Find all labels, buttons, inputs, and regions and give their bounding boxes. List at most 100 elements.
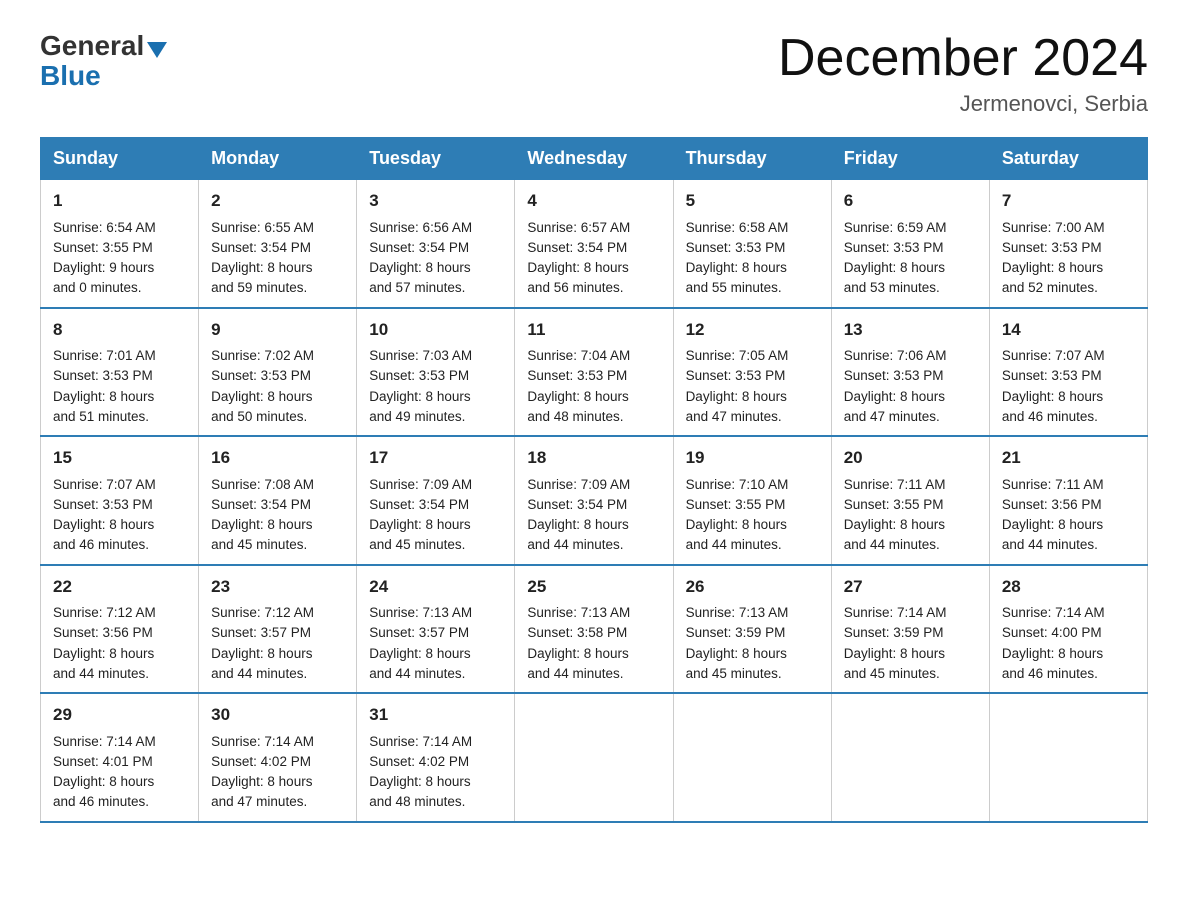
daylight-line: Daylight: 8 hoursand 45 minutes. (844, 646, 945, 681)
daylight-line: Daylight: 8 hoursand 55 minutes. (686, 260, 787, 295)
sunset-line: Sunset: 3:54 PM (527, 497, 627, 512)
day-number: 26 (686, 574, 819, 600)
daylight-line: Daylight: 8 hoursand 44 minutes. (211, 646, 312, 681)
sunrise-line: Sunrise: 7:07 AM (53, 477, 156, 492)
calendar-week-row: 29 Sunrise: 7:14 AM Sunset: 4:01 PM Dayl… (41, 693, 1148, 822)
calendar-cell: 3 Sunrise: 6:56 AM Sunset: 3:54 PM Dayli… (357, 180, 515, 308)
sunrise-line: Sunrise: 7:05 AM (686, 348, 789, 363)
daylight-line: Daylight: 8 hoursand 53 minutes. (844, 260, 945, 295)
calendar-cell: 8 Sunrise: 7:01 AM Sunset: 3:53 PM Dayli… (41, 308, 199, 437)
sunset-line: Sunset: 3:54 PM (527, 240, 627, 255)
daylight-line: Daylight: 8 hoursand 56 minutes. (527, 260, 628, 295)
daylight-line: Daylight: 8 hoursand 46 minutes. (1002, 646, 1103, 681)
calendar-week-row: 22 Sunrise: 7:12 AM Sunset: 3:56 PM Dayl… (41, 565, 1148, 694)
sunrise-line: Sunrise: 7:14 AM (211, 734, 314, 749)
daylight-line: Daylight: 8 hoursand 45 minutes. (211, 517, 312, 552)
calendar-cell: 9 Sunrise: 7:02 AM Sunset: 3:53 PM Dayli… (199, 308, 357, 437)
sunset-line: Sunset: 3:54 PM (369, 497, 469, 512)
daylight-line: Daylight: 8 hoursand 44 minutes. (527, 517, 628, 552)
calendar-table: Sunday Monday Tuesday Wednesday Thursday… (40, 137, 1148, 823)
sunrise-line: Sunrise: 6:54 AM (53, 220, 156, 235)
sunset-line: Sunset: 3:55 PM (686, 497, 786, 512)
sunrise-line: Sunrise: 7:14 AM (369, 734, 472, 749)
daylight-line: Daylight: 8 hoursand 44 minutes. (844, 517, 945, 552)
logo-arrow-icon (147, 42, 167, 58)
calendar-week-row: 1 Sunrise: 6:54 AM Sunset: 3:55 PM Dayli… (41, 180, 1148, 308)
sunrise-line: Sunrise: 7:02 AM (211, 348, 314, 363)
sunrise-line: Sunrise: 7:11 AM (844, 477, 946, 492)
calendar-cell (831, 693, 989, 822)
calendar-cell (989, 693, 1147, 822)
sunrise-line: Sunrise: 7:13 AM (686, 605, 789, 620)
calendar-cell: 17 Sunrise: 7:09 AM Sunset: 3:54 PM Dayl… (357, 436, 515, 565)
sunset-line: Sunset: 3:58 PM (527, 625, 627, 640)
sunrise-line: Sunrise: 7:11 AM (1002, 477, 1104, 492)
sunset-line: Sunset: 3:53 PM (844, 240, 944, 255)
sunrise-line: Sunrise: 6:57 AM (527, 220, 630, 235)
sunrise-line: Sunrise: 7:09 AM (527, 477, 630, 492)
calendar-cell: 14 Sunrise: 7:07 AM Sunset: 3:53 PM Dayl… (989, 308, 1147, 437)
sunset-line: Sunset: 3:57 PM (369, 625, 469, 640)
day-number: 3 (369, 188, 502, 214)
calendar-cell: 20 Sunrise: 7:11 AM Sunset: 3:55 PM Dayl… (831, 436, 989, 565)
day-number: 17 (369, 445, 502, 471)
daylight-line: Daylight: 8 hoursand 44 minutes. (369, 646, 470, 681)
day-number: 9 (211, 317, 344, 343)
calendar-cell: 1 Sunrise: 6:54 AM Sunset: 3:55 PM Dayli… (41, 180, 199, 308)
day-number: 18 (527, 445, 660, 471)
calendar-cell: 23 Sunrise: 7:12 AM Sunset: 3:57 PM Dayl… (199, 565, 357, 694)
calendar-cell: 22 Sunrise: 7:12 AM Sunset: 3:56 PM Dayl… (41, 565, 199, 694)
day-number: 24 (369, 574, 502, 600)
sunset-line: Sunset: 3:56 PM (1002, 497, 1102, 512)
calendar-cell: 12 Sunrise: 7:05 AM Sunset: 3:53 PM Dayl… (673, 308, 831, 437)
calendar-cell: 30 Sunrise: 7:14 AM Sunset: 4:02 PM Dayl… (199, 693, 357, 822)
sunset-line: Sunset: 3:53 PM (369, 368, 469, 383)
day-number: 20 (844, 445, 977, 471)
calendar-cell: 11 Sunrise: 7:04 AM Sunset: 3:53 PM Dayl… (515, 308, 673, 437)
calendar-subtitle: Jermenovci, Serbia (778, 91, 1148, 117)
calendar-cell: 18 Sunrise: 7:09 AM Sunset: 3:54 PM Dayl… (515, 436, 673, 565)
calendar-title: December 2024 (778, 30, 1148, 87)
sunrise-line: Sunrise: 7:01 AM (53, 348, 156, 363)
daylight-line: Daylight: 8 hoursand 48 minutes. (369, 774, 470, 809)
header-sunday: Sunday (41, 138, 199, 180)
sunset-line: Sunset: 4:00 PM (1002, 625, 1102, 640)
sunset-line: Sunset: 3:59 PM (686, 625, 786, 640)
calendar-cell: 24 Sunrise: 7:13 AM Sunset: 3:57 PM Dayl… (357, 565, 515, 694)
daylight-line: Daylight: 8 hoursand 47 minutes. (844, 389, 945, 424)
calendar-cell: 21 Sunrise: 7:11 AM Sunset: 3:56 PM Dayl… (989, 436, 1147, 565)
sunset-line: Sunset: 4:02 PM (211, 754, 311, 769)
sunset-line: Sunset: 3:55 PM (844, 497, 944, 512)
daylight-line: Daylight: 8 hoursand 46 minutes. (53, 517, 154, 552)
daylight-line: Daylight: 8 hoursand 45 minutes. (369, 517, 470, 552)
sunset-line: Sunset: 3:53 PM (844, 368, 944, 383)
sunrise-line: Sunrise: 7:13 AM (369, 605, 472, 620)
header-wednesday: Wednesday (515, 138, 673, 180)
sunset-line: Sunset: 3:53 PM (1002, 368, 1102, 383)
sunset-line: Sunset: 4:02 PM (369, 754, 469, 769)
day-number: 2 (211, 188, 344, 214)
calendar-cell: 7 Sunrise: 7:00 AM Sunset: 3:53 PM Dayli… (989, 180, 1147, 308)
calendar-cell: 28 Sunrise: 7:14 AM Sunset: 4:00 PM Dayl… (989, 565, 1147, 694)
day-number: 15 (53, 445, 186, 471)
sunrise-line: Sunrise: 7:12 AM (211, 605, 314, 620)
sunrise-line: Sunrise: 6:58 AM (686, 220, 789, 235)
day-number: 25 (527, 574, 660, 600)
day-number: 27 (844, 574, 977, 600)
sunset-line: Sunset: 4:01 PM (53, 754, 153, 769)
calendar-cell: 6 Sunrise: 6:59 AM Sunset: 3:53 PM Dayli… (831, 180, 989, 308)
sunset-line: Sunset: 3:54 PM (211, 497, 311, 512)
sunset-line: Sunset: 3:53 PM (53, 497, 153, 512)
sunrise-line: Sunrise: 7:12 AM (53, 605, 156, 620)
calendar-header-row: Sunday Monday Tuesday Wednesday Thursday… (41, 138, 1148, 180)
sunset-line: Sunset: 3:53 PM (686, 368, 786, 383)
calendar-cell: 10 Sunrise: 7:03 AM Sunset: 3:53 PM Dayl… (357, 308, 515, 437)
sunrise-line: Sunrise: 7:14 AM (53, 734, 156, 749)
sunrise-line: Sunrise: 7:09 AM (369, 477, 472, 492)
sunrise-line: Sunrise: 7:08 AM (211, 477, 314, 492)
day-number: 22 (53, 574, 186, 600)
logo-general-text: General (40, 30, 144, 62)
sunrise-line: Sunrise: 7:04 AM (527, 348, 630, 363)
calendar-cell (515, 693, 673, 822)
calendar-cell: 19 Sunrise: 7:10 AM Sunset: 3:55 PM Dayl… (673, 436, 831, 565)
